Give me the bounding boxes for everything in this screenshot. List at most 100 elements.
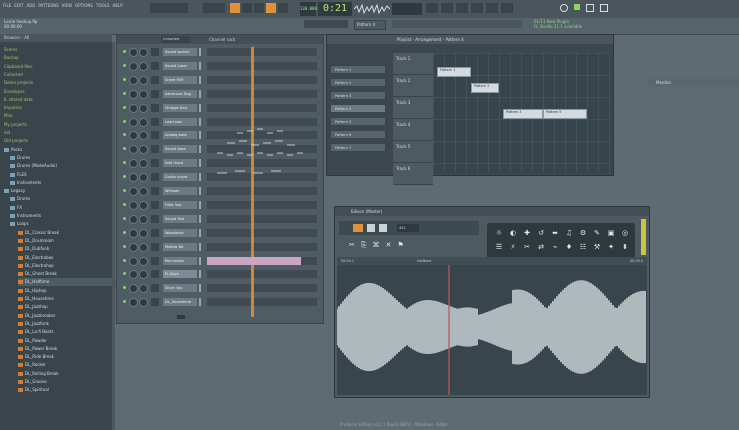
pan-knob[interactable]	[129, 48, 138, 57]
browser-item[interactable]: DL_Jazzhop	[18, 303, 48, 311]
menu-item[interactable]: PATTERNS	[38, 3, 58, 8]
channel-select[interactable]	[199, 131, 201, 140]
channel-name-button[interactable]: Mellow Bit	[163, 242, 197, 251]
mixer-track-number[interactable]	[151, 61, 159, 70]
browser-item[interactable]: Drums	[10, 154, 30, 162]
channel-name-button[interactable]: Sound bass	[163, 145, 197, 154]
channel-select[interactable]	[199, 256, 201, 265]
volume-knob[interactable]	[139, 48, 148, 57]
browser-item[interactable]: Drums	[10, 195, 30, 203]
browser-item[interactable]: DL_Lo-fi Beats	[18, 328, 54, 336]
mute-icon[interactable]	[574, 4, 580, 10]
channel-select[interactable]	[199, 48, 201, 56]
stretch-icon[interactable]: ⬌	[551, 229, 559, 237]
transport-controls[interactable]	[150, 3, 188, 13]
pan-knob[interactable]	[129, 89, 138, 99]
marker-icon[interactable]: ♦	[565, 243, 573, 251]
stop-icon[interactable]	[379, 224, 387, 232]
volume-knob[interactable]	[139, 284, 148, 294]
pan-knob[interactable]	[129, 298, 138, 308]
browser-item[interactable]: DL_Classic Break	[18, 229, 59, 237]
mixer-track-number[interactable]	[151, 187, 159, 195]
channel-led[interactable]	[123, 286, 126, 290]
trim-icon[interactable]: ✂	[523, 243, 531, 251]
channel-led[interactable]	[123, 189, 126, 192]
pan-knob[interactable]	[129, 131, 138, 141]
channel-select[interactable]	[199, 228, 201, 237]
volume-knob[interactable]	[139, 159, 148, 169]
channel-led[interactable]	[123, 202, 126, 206]
browser-item[interactable]: FX	[10, 204, 22, 212]
amplify-icon[interactable]: ⚡	[509, 243, 517, 251]
pattern-list-item[interactable]: Pattern 7	[330, 143, 386, 152]
pitch-icon[interactable]: ♫	[565, 229, 573, 237]
volume-knob[interactable]	[139, 89, 148, 99]
channel-select[interactable]	[199, 200, 201, 209]
song-time-display[interactable]: 0:21	[318, 2, 352, 16]
record-icon[interactable]	[230, 3, 240, 13]
volume-knob[interactable]	[139, 256, 148, 266]
browser-item[interactable]: DL_Groove	[18, 378, 47, 386]
channel-name-button[interactable]: Percussion	[163, 256, 197, 265]
pan-knob[interactable]	[129, 187, 138, 196]
channel-led[interactable]	[123, 300, 126, 304]
pattern-list-item[interactable]: Pattern 2	[330, 78, 386, 87]
channel-row[interactable]: Sound Pad	[119, 214, 319, 224]
playlist-track-header[interactable]: Track 4	[393, 119, 433, 141]
channel-name-button[interactable]: Vintage Kick	[163, 103, 197, 112]
playlist-toggle-icon[interactable]	[426, 3, 438, 13]
channel-rack-toggle-icon[interactable]	[456, 3, 468, 13]
step-sequencer-row[interactable]	[207, 284, 317, 293]
playlist-clip[interactable]: Pattern 5	[543, 109, 587, 119]
volume-knob[interactable]	[139, 103, 148, 113]
mixer-track-number[interactable]	[151, 270, 159, 279]
volume-knob[interactable]	[139, 270, 148, 280]
countdown-icon[interactable]	[254, 3, 264, 13]
channel-led[interactable]	[123, 230, 126, 234]
copy-icon[interactable]: ⎘	[361, 241, 367, 253]
channel-led[interactable]	[123, 216, 126, 220]
browser-item[interactable]: Instruments	[10, 212, 41, 220]
channel-led[interactable]	[123, 105, 126, 109]
add-channel-button[interactable]	[177, 315, 185, 319]
piano-roll-toggle-icon[interactable]	[441, 3, 453, 13]
browser-item[interactable]: DL_Jazzfunk	[18, 320, 49, 328]
channel-select[interactable]	[199, 117, 201, 126]
channel-led[interactable]	[123, 161, 126, 165]
browser-item[interactable]: Loops	[10, 220, 29, 228]
step-sequencer-row[interactable]	[207, 187, 317, 195]
browser-item[interactable]: DL_Drumroom	[18, 237, 54, 245]
browser-item[interactable]: Clipboard files	[4, 63, 33, 71]
pattern-list-item[interactable]: Pattern 3	[330, 91, 386, 100]
channel-filter[interactable]: Unsorted	[161, 36, 191, 43]
channel-name-button[interactable]: Add chord	[163, 159, 197, 168]
settings-icon[interactable]	[560, 4, 568, 12]
browser-item[interactable]: DL_Electrobox	[18, 254, 53, 262]
selected-channel-steps[interactable]	[207, 257, 301, 265]
browser-item[interactable]: DL_Jazzbreaker	[18, 312, 55, 320]
browser-item[interactable]: Backup	[4, 54, 19, 62]
mixer-track-number[interactable]	[151, 117, 159, 126]
mixer-track-number[interactable]	[151, 256, 159, 265]
channel-led[interactable]	[123, 50, 126, 53]
volume-knob[interactable]	[139, 145, 148, 155]
regions-icon[interactable]: ☰	[495, 243, 503, 251]
channel-led[interactable]	[123, 272, 126, 276]
record-icon[interactable]	[353, 224, 363, 232]
channel-select[interactable]	[199, 187, 201, 195]
step-sequencer-row[interactable]	[207, 48, 317, 56]
pan-knob[interactable]	[129, 159, 138, 169]
channel-led[interactable]	[123, 63, 126, 67]
pan-knob[interactable]	[129, 145, 138, 155]
step-sequencer-row[interactable]	[207, 214, 317, 223]
channel-name-button[interactable]: FL Keys	[163, 270, 197, 279]
channel-led[interactable]	[123, 258, 126, 262]
browser-item[interactable]: Instruments	[10, 179, 41, 187]
browser-item[interactable]: Envelopes	[4, 88, 25, 96]
channel-row[interactable]: FL Keys	[119, 269, 319, 280]
channel-name-button[interactable]: Slicer Vox	[163, 284, 197, 293]
browser-item[interactable]: DL_Halftime	[18, 278, 122, 287]
menu-item[interactable]: ADD	[26, 3, 35, 8]
metronome-icon[interactable]	[242, 3, 252, 13]
pan-knob[interactable]	[129, 214, 138, 224]
